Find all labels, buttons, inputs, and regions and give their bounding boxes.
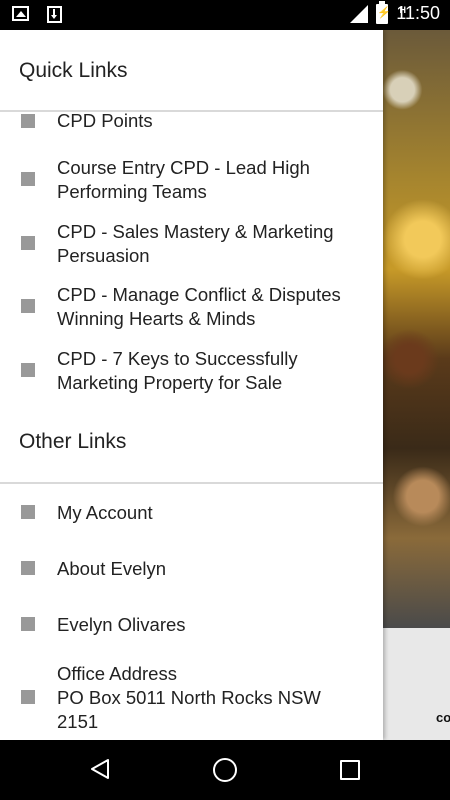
bullet-icon [21,690,35,704]
bullet-icon [21,299,35,313]
battery-charging-icon [376,0,391,24]
bullet-icon [21,561,35,575]
bullet-icon [21,505,35,519]
divider [0,482,383,484]
download-icon [47,6,62,23]
drawer-item-7-keys[interactable]: CPD - 7 Keys to Successfully Marketing P… [0,346,383,398]
drawer-item-manage-conflict[interactable]: CPD - Manage Conflict & Disputes Winning… [0,282,383,334]
bullet-icon [21,172,35,186]
recent-apps-icon[interactable] [340,760,360,780]
quick-links-title: Quick Links [19,59,128,82]
drawer-item-cpd-points[interactable]: CPD Points [0,108,383,142]
drawer-item-label: Evelyn Olivares [57,614,186,635]
back-icon[interactable] [89,758,111,780]
background-caption: co [436,710,450,725]
signal-icon [350,4,369,23]
drawer-item-office-address[interactable]: Office Address PO Box 5011 North Rocks N… [0,662,383,738]
drawer-item-label: CPD - Sales Mastery & Marketing Persuasi… [57,221,334,266]
drawer-item-label: CPD - 7 Keys to Successfully Marketing P… [57,348,298,393]
drawer-item-label: My Account [57,502,153,523]
drawer-item-evelyn-olivares[interactable]: Evelyn Olivares [0,613,383,647]
drawer-item-my-account[interactable]: My Account [0,500,383,534]
network-type: H [399,5,407,15]
navigation-drawer: Quick Links CPD Points Course Entry CPD … [0,30,383,740]
drawer-item-lead-high-performing-teams[interactable]: Course Entry CPD - Lead High Performing … [0,155,383,207]
other-links-title: Other Links [19,430,127,453]
hero-image [382,30,450,628]
home-icon[interactable] [213,758,237,782]
system-nav-bar [0,740,450,800]
drawer-item-label: CPD Points [57,110,153,131]
bullet-icon [21,617,35,631]
drawer-item-label: About Evelyn [57,558,167,579]
status-bar: H 11:50 [0,0,450,30]
bullet-icon [21,114,35,128]
image-icon [12,6,29,21]
drawer-item-label: Course Entry CPD - Lead High Performing … [57,157,310,202]
drawer-item-label: CPD - Manage Conflict & Disputes Winning… [57,284,341,329]
drawer-item-about-evelyn[interactable]: About Evelyn [0,557,383,591]
drawer-item-label: Office Address PO Box 5011 North Rocks N… [57,663,321,732]
bullet-icon [21,236,35,250]
bullet-icon [21,363,35,377]
drawer-item-sales-mastery[interactable]: CPD - Sales Mastery & Marketing Persuasi… [0,219,383,271]
